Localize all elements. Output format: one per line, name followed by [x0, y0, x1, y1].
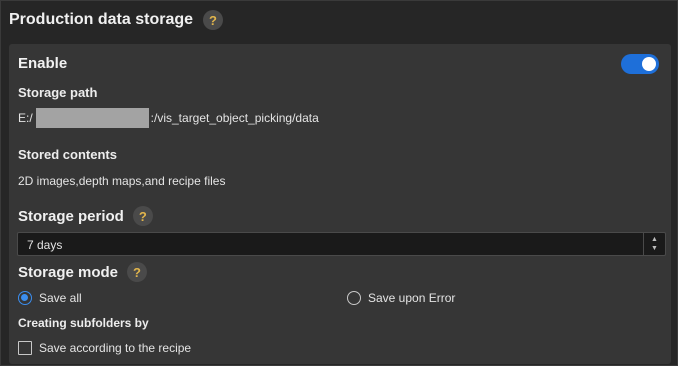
storage-period-heading: Storage period ? — [18, 206, 153, 226]
save-all-label: Save all — [39, 291, 82, 305]
help-icon[interactable]: ? — [203, 10, 224, 30]
save-all-radio[interactable] — [18, 291, 32, 305]
stored-contents-label: Stored contents — [18, 147, 117, 162]
redacted-block — [35, 108, 149, 128]
section-title: Production data storage — [9, 11, 194, 28]
storage-mode-label: Storage mode — [18, 263, 119, 281]
enable-toggle[interactable] — [621, 54, 659, 74]
help-icon[interactable]: ? — [127, 262, 148, 282]
save-upon-error-radio[interactable] — [347, 291, 361, 305]
save-upon-error-option[interactable]: Save upon Error — [347, 291, 455, 305]
save-by-recipe-checkbox[interactable] — [18, 341, 32, 355]
spin-up-icon[interactable]: ▲ — [651, 235, 658, 244]
storage-path-label: Storage path — [18, 85, 98, 100]
storage-path-suffix: :/vis_target_object_picking/data — [150, 111, 319, 125]
save-upon-error-label: Save upon Error — [368, 291, 456, 305]
settings-panel: Enable Storage path E:/ :/vis_target_obj… — [9, 44, 671, 364]
save-by-recipe-option[interactable]: Save according to the recipe — [18, 341, 191, 355]
storage-path-prefix: E:/ — [18, 111, 33, 125]
toggle-knob — [642, 57, 656, 71]
spin-buttons: ▲ ▼ — [643, 233, 665, 255]
save-by-recipe-label: Save according to the recipe — [39, 341, 192, 355]
storage-period-value: 7 days — [27, 238, 63, 252]
section-header: Production data storage ? — [1, 1, 677, 39]
help-icon[interactable]: ? — [132, 206, 153, 226]
storage-period-spinbox[interactable]: 7 days ▲ ▼ — [17, 232, 666, 256]
production-data-storage-window: Production data storage ? Enable Storage… — [0, 0, 678, 366]
storage-mode-heading: Storage mode ? — [18, 262, 148, 282]
spin-down-icon[interactable]: ▼ — [651, 244, 658, 253]
enable-label: Enable — [18, 55, 68, 72]
stored-contents-value: 2D images,depth maps,and recipe files — [18, 174, 226, 188]
storage-period-label: Storage period — [18, 207, 124, 225]
save-all-option[interactable]: Save all — [18, 291, 82, 305]
subfolders-label: Creating subfolders by — [18, 316, 149, 330]
storage-path-value: E:/ :/vis_target_object_picking/data — [18, 108, 319, 128]
